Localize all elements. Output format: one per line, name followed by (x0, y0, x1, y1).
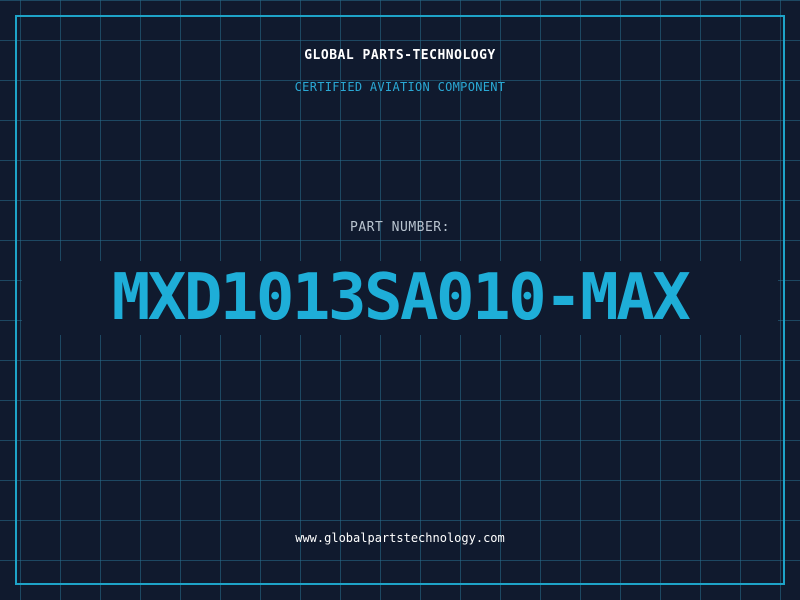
label-card: { "header": { "company": "GLOBAL PARTS-T… (0, 0, 800, 600)
certification-subtitle: CERTIFIED AVIATION COMPONENT (294, 80, 506, 94)
website-url: www.globalpartstechnology.com (295, 531, 505, 545)
part-number-label: PART NUMBER: (350, 220, 450, 235)
company-name: GLOBAL PARTS-TECHNOLOGY (304, 48, 496, 63)
part-number-value: MXD1013SA010-MAX (111, 261, 691, 335)
